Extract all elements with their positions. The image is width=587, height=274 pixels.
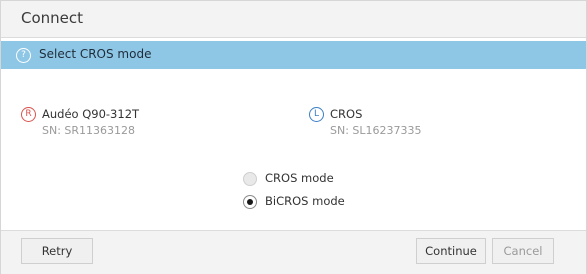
connect-dialog: Connect ? Select CROS mode R Audéo Q90-3… (0, 0, 587, 274)
dialog-footer: Retry Continue Cancel (1, 230, 586, 274)
banner-text: Select CROS mode (39, 47, 152, 61)
continue-button[interactable]: Continue (416, 238, 486, 264)
retry-button[interactable]: Retry (21, 238, 93, 264)
help-icon[interactable]: ? (16, 48, 31, 63)
left-side-icon: L (309, 107, 324, 122)
cros-mode-option[interactable]: CROS mode (243, 171, 363, 187)
bicros-mode-option[interactable]: BiCROS mode (243, 194, 363, 210)
left-device-name: CROS (330, 107, 363, 121)
bicros-mode-radio[interactable] (243, 195, 257, 209)
instruction-banner: ? Select CROS mode (1, 41, 586, 69)
cros-mode-label[interactable]: CROS mode (265, 171, 334, 185)
cancel-button[interactable]: Cancel (492, 238, 554, 264)
left-device-serial: SN: SL16237335 (330, 124, 422, 137)
right-device-serial: SN: SR11363128 (42, 124, 136, 137)
right-device-name: Audéo Q90-312T (42, 107, 140, 121)
cros-mode-radio[interactable] (243, 172, 257, 186)
dialog-title: Connect (21, 9, 84, 27)
bicros-mode-label[interactable]: BiCROS mode (265, 194, 345, 208)
right-side-icon: R (21, 107, 36, 122)
title-bar: Connect (1, 1, 586, 38)
